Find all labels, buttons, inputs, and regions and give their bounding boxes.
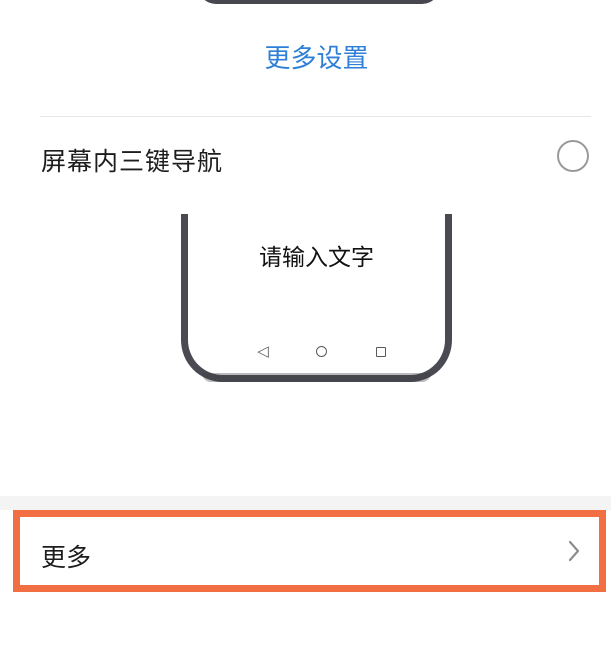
bottom-space — [0, 592, 611, 660]
divider — [40, 116, 591, 117]
chevron-right-icon — [568, 540, 580, 562]
more-label: 更多 — [41, 543, 92, 572]
preview-input-text: 请输入文字 — [259, 245, 374, 271]
section-gap — [0, 496, 611, 510]
more-row[interactable]: 更多 — [13, 510, 606, 592]
top-phone-preview-edge — [198, 0, 440, 4]
back-triangle-icon: ◁ — [257, 342, 269, 360]
three-key-navigation-option[interactable]: 屏幕内三键导航 — [0, 128, 611, 188]
home-circle-icon — [309, 339, 333, 363]
recent-square-icon — [369, 339, 393, 363]
more-settings-link[interactable]: 更多设置 — [0, 38, 611, 75]
radio-unselected-icon[interactable] — [557, 140, 589, 172]
preview-navigation-bar: ◁ — [188, 339, 445, 363]
phone-navigation-preview: 请输入文字 ◁ — [181, 214, 452, 382]
three-key-navigation-label: 屏幕内三键导航 — [41, 147, 224, 176]
